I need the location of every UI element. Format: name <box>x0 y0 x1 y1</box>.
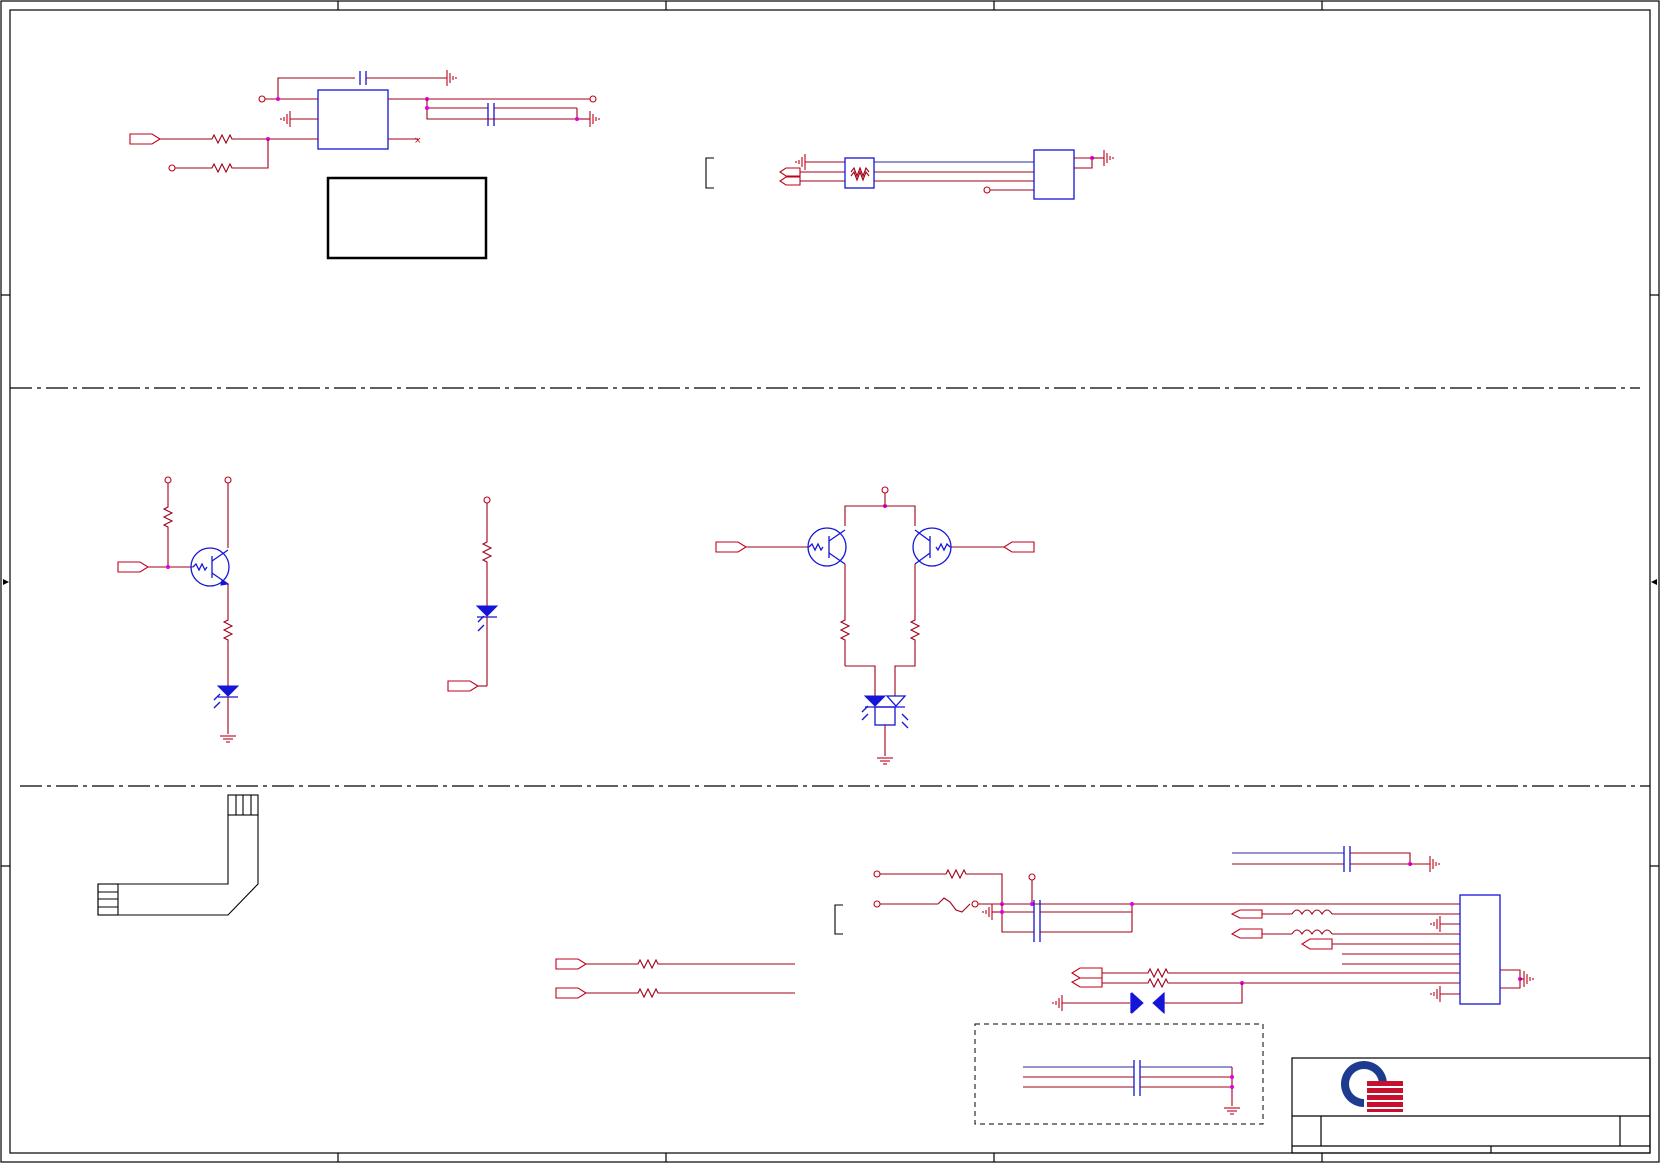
ribbon-cable <box>97 794 259 916</box>
note-box <box>326 176 488 260</box>
filter-capacitor-block <box>974 1023 1264 1125</box>
dual-led-a <box>863 695 887 707</box>
dual-led-b <box>885 695 907 707</box>
quanta-logo <box>1341 1061 1403 1112</box>
regulator-circuit: × <box>129 69 600 173</box>
choke-circuit <box>705 149 1114 200</box>
series-resistors <box>555 958 795 999</box>
usb-connector <box>1459 894 1501 1005</box>
esd-diode <box>1131 991 1144 1015</box>
svg-text:×: × <box>414 136 422 146</box>
led-diode-1 <box>216 685 240 697</box>
clock-connector-ic <box>1033 149 1075 200</box>
indicator-led <box>475 605 499 617</box>
schematic-sheet: × <box>0 0 1660 1163</box>
dual-led-driver-circuit <box>715 486 1035 765</box>
led-driver-transistor-circuit <box>117 476 240 743</box>
sheet-frame <box>0 0 1660 1163</box>
indicator-led-circuit <box>447 496 499 692</box>
usb-connector-circuit <box>834 846 1534 1015</box>
regulator-ic <box>317 89 389 150</box>
title-block <box>1291 1057 1651 1154</box>
